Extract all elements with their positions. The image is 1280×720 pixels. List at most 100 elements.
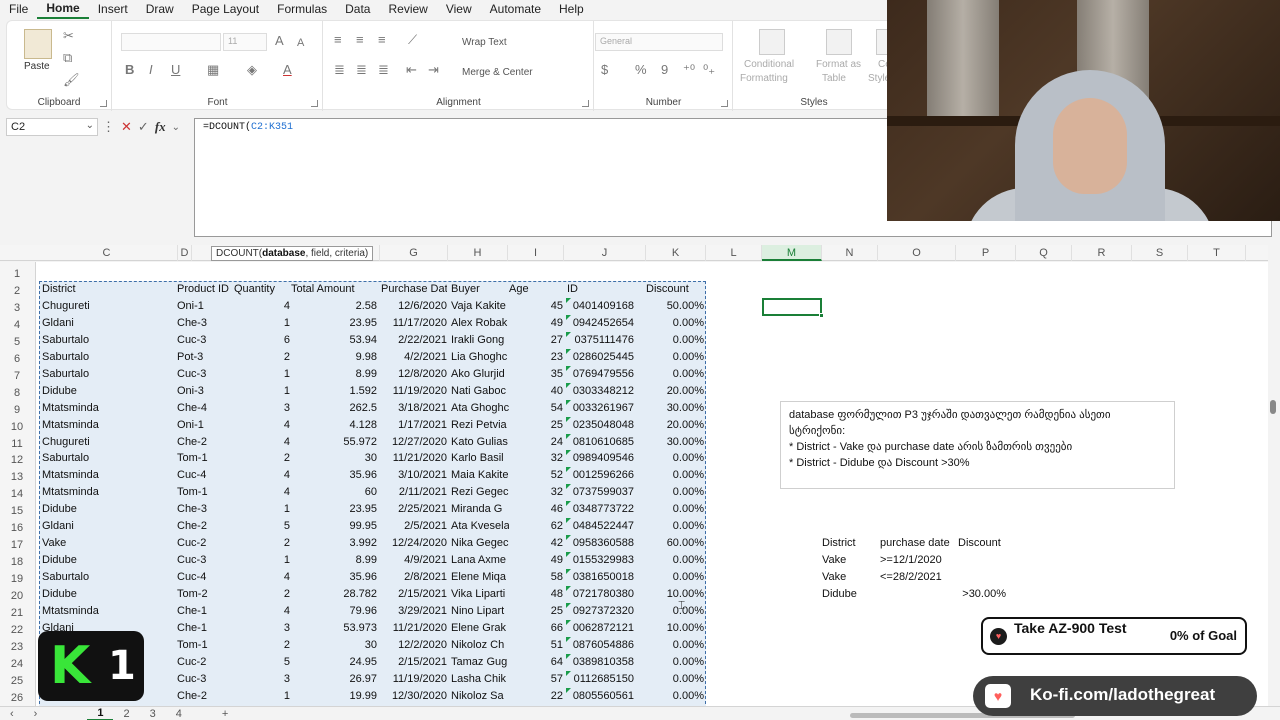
prev-sheet-icon[interactable]: ‹ (0, 708, 24, 720)
cell-purchase-date[interactable]: 11/21/2020 (381, 620, 447, 637)
cell-discount[interactable]: 0.00% (646, 654, 704, 671)
cell-district[interactable]: Didube (42, 586, 174, 603)
align-middle-icon[interactable]: ≡ (356, 33, 364, 47)
row-header-10[interactable]: 10 (0, 419, 34, 436)
cell-id[interactable]: 0958360588 (566, 535, 634, 552)
cell-product-id[interactable]: Cuc-3 (177, 366, 229, 383)
cell-total-amount[interactable]: 99.95 (291, 518, 377, 535)
column-header-g[interactable]: G (380, 245, 448, 261)
criteria-cell[interactable] (880, 586, 960, 603)
cell-quantity[interactable]: 5 (234, 518, 290, 535)
sheet-tab-4[interactable]: 4 (166, 708, 192, 720)
paste-button[interactable]: Paste (24, 61, 50, 72)
cell-total-amount[interactable]: 26.97 (291, 671, 377, 688)
vertical-scroll-thumb[interactable] (1270, 400, 1276, 414)
format-as-table-button-2[interactable]: Table (822, 73, 846, 84)
cell-purchase-date[interactable]: 2/11/2021 (381, 484, 447, 501)
cell-purchase-date[interactable]: 4/2/2021 (381, 349, 447, 366)
cell-total-amount[interactable]: 19.99 (291, 688, 377, 705)
copy-icon[interactable]: ⧉ (63, 51, 72, 65)
cell-total-amount[interactable]: 35.96 (291, 467, 377, 484)
cell-total-amount[interactable]: 55.972 (291, 434, 377, 451)
cell-quantity[interactable]: 1 (234, 552, 290, 569)
cell-district[interactable]: Saburtalo (42, 349, 174, 366)
header-cell-product-id[interactable]: Product ID (177, 281, 229, 298)
row-header-2[interactable]: 2 (0, 283, 34, 300)
cell-id[interactable]: 0401409168 (566, 298, 634, 315)
row-header-5[interactable]: 5 (0, 334, 34, 351)
cell-district[interactable]: Gldani (42, 518, 174, 535)
cell-total-amount[interactable]: 2.58 (291, 298, 377, 315)
menu-view[interactable]: View (437, 0, 481, 18)
cell-buyer[interactable]: Ako Glurjid (451, 366, 509, 383)
cell-buyer[interactable]: Vaja Kakite (451, 298, 509, 315)
column-header-q[interactable]: Q (1016, 245, 1072, 261)
cell-id[interactable]: 0062872121 (566, 620, 634, 637)
cell-age[interactable]: 48 (509, 586, 563, 603)
row-header-13[interactable]: 13 (0, 469, 34, 486)
cell-age[interactable]: 27 (509, 332, 563, 349)
cell-quantity[interactable]: 3 (234, 620, 290, 637)
criteria-cell[interactable] (958, 569, 1038, 586)
cell-id[interactable]: 0112685150 (566, 671, 634, 688)
cell-discount[interactable]: 20.00% (646, 383, 704, 400)
cell-quantity[interactable]: 2 (234, 450, 290, 467)
cell-age[interactable]: 57 (509, 671, 563, 688)
cell-total-amount[interactable]: 79.96 (291, 603, 377, 620)
cell-district[interactable]: Chugureti (42, 298, 174, 315)
cell-buyer[interactable]: Nikoloz Sa (451, 688, 509, 705)
number-launcher-icon[interactable] (721, 100, 728, 107)
cell-purchase-date[interactable]: 3/29/2021 (381, 603, 447, 620)
font-color-icon[interactable]: A (283, 63, 292, 77)
cell-product-id[interactable]: Cuc-4 (177, 467, 229, 484)
cell-age[interactable]: 46 (509, 501, 563, 518)
conditional-formatting-button-2[interactable]: Formatting (740, 73, 788, 84)
cell-id[interactable]: 0927372320 (566, 603, 634, 620)
cell-quantity[interactable]: 5 (234, 654, 290, 671)
add-sheet-button[interactable]: + (212, 708, 238, 720)
cell-district[interactable]: Mtatsminda (42, 467, 174, 484)
cell-total-amount[interactable]: 1.592 (291, 383, 377, 400)
cell-id[interactable]: 0033261967 (566, 400, 634, 417)
cell-total-amount[interactable]: 262.5 (291, 400, 377, 417)
increase-indent-icon[interactable]: ⇥ (428, 63, 439, 77)
criteria-cell[interactable]: <=28/2/2021 (880, 569, 960, 586)
align-left-icon[interactable]: ≣ (334, 63, 345, 77)
cell-product-id[interactable]: Che-2 (177, 518, 229, 535)
header-cell-discount[interactable]: Discount (646, 281, 704, 298)
conditional-formatting-button[interactable]: Conditional (744, 59, 794, 70)
row-header-18[interactable]: 18 (0, 554, 34, 571)
cell-quantity[interactable]: 4 (234, 417, 290, 434)
cell-purchase-date[interactable]: 2/15/2021 (381, 654, 447, 671)
cell-district[interactable]: Saburtalo (42, 569, 174, 586)
cell-quantity[interactable]: 1 (234, 366, 290, 383)
cell-age[interactable]: 52 (509, 467, 563, 484)
header-cell-buyer[interactable]: Buyer (451, 281, 509, 298)
row-header-21[interactable]: 21 (0, 605, 34, 622)
cell-quantity[interactable]: 4 (234, 434, 290, 451)
cell-discount[interactable]: 30.00% (646, 434, 704, 451)
borders-icon[interactable]: ▦ (207, 63, 219, 77)
cell-product-id[interactable]: Che-2 (177, 688, 229, 705)
shrink-font-icon[interactable]: A (297, 36, 304, 50)
sheet-tab-2[interactable]: 2 (113, 708, 139, 720)
cell-purchase-date[interactable]: 2/25/2021 (381, 501, 447, 518)
cell-product-id[interactable]: Che-1 (177, 620, 229, 637)
row-header-9[interactable]: 9 (0, 402, 34, 419)
cell-product-id[interactable]: Cuc-3 (177, 552, 229, 569)
cell-quantity[interactable]: 2 (234, 535, 290, 552)
cell-id[interactable]: 0348773722 (566, 501, 634, 518)
cell-age[interactable]: 58 (509, 569, 563, 586)
fill-color-icon[interactable]: ◈ (247, 63, 257, 77)
cell-discount[interactable]: 0.00% (646, 366, 704, 383)
cell-total-amount[interactable]: 53.94 (291, 332, 377, 349)
cell-product-id[interactable]: Tom-1 (177, 484, 229, 501)
cell-buyer[interactable]: Miranda G (451, 501, 509, 518)
cell-district[interactable]: Saburtalo (42, 332, 174, 349)
cell-product-id[interactable]: Pot-3 (177, 349, 229, 366)
cell-purchase-date[interactable]: 2/15/2021 (381, 586, 447, 603)
cell-product-id[interactable]: Che-1 (177, 603, 229, 620)
cell-product-id[interactable]: Tom-1 (177, 637, 229, 654)
row-header-15[interactable]: 15 (0, 503, 34, 520)
menu-file[interactable]: File (0, 0, 37, 18)
